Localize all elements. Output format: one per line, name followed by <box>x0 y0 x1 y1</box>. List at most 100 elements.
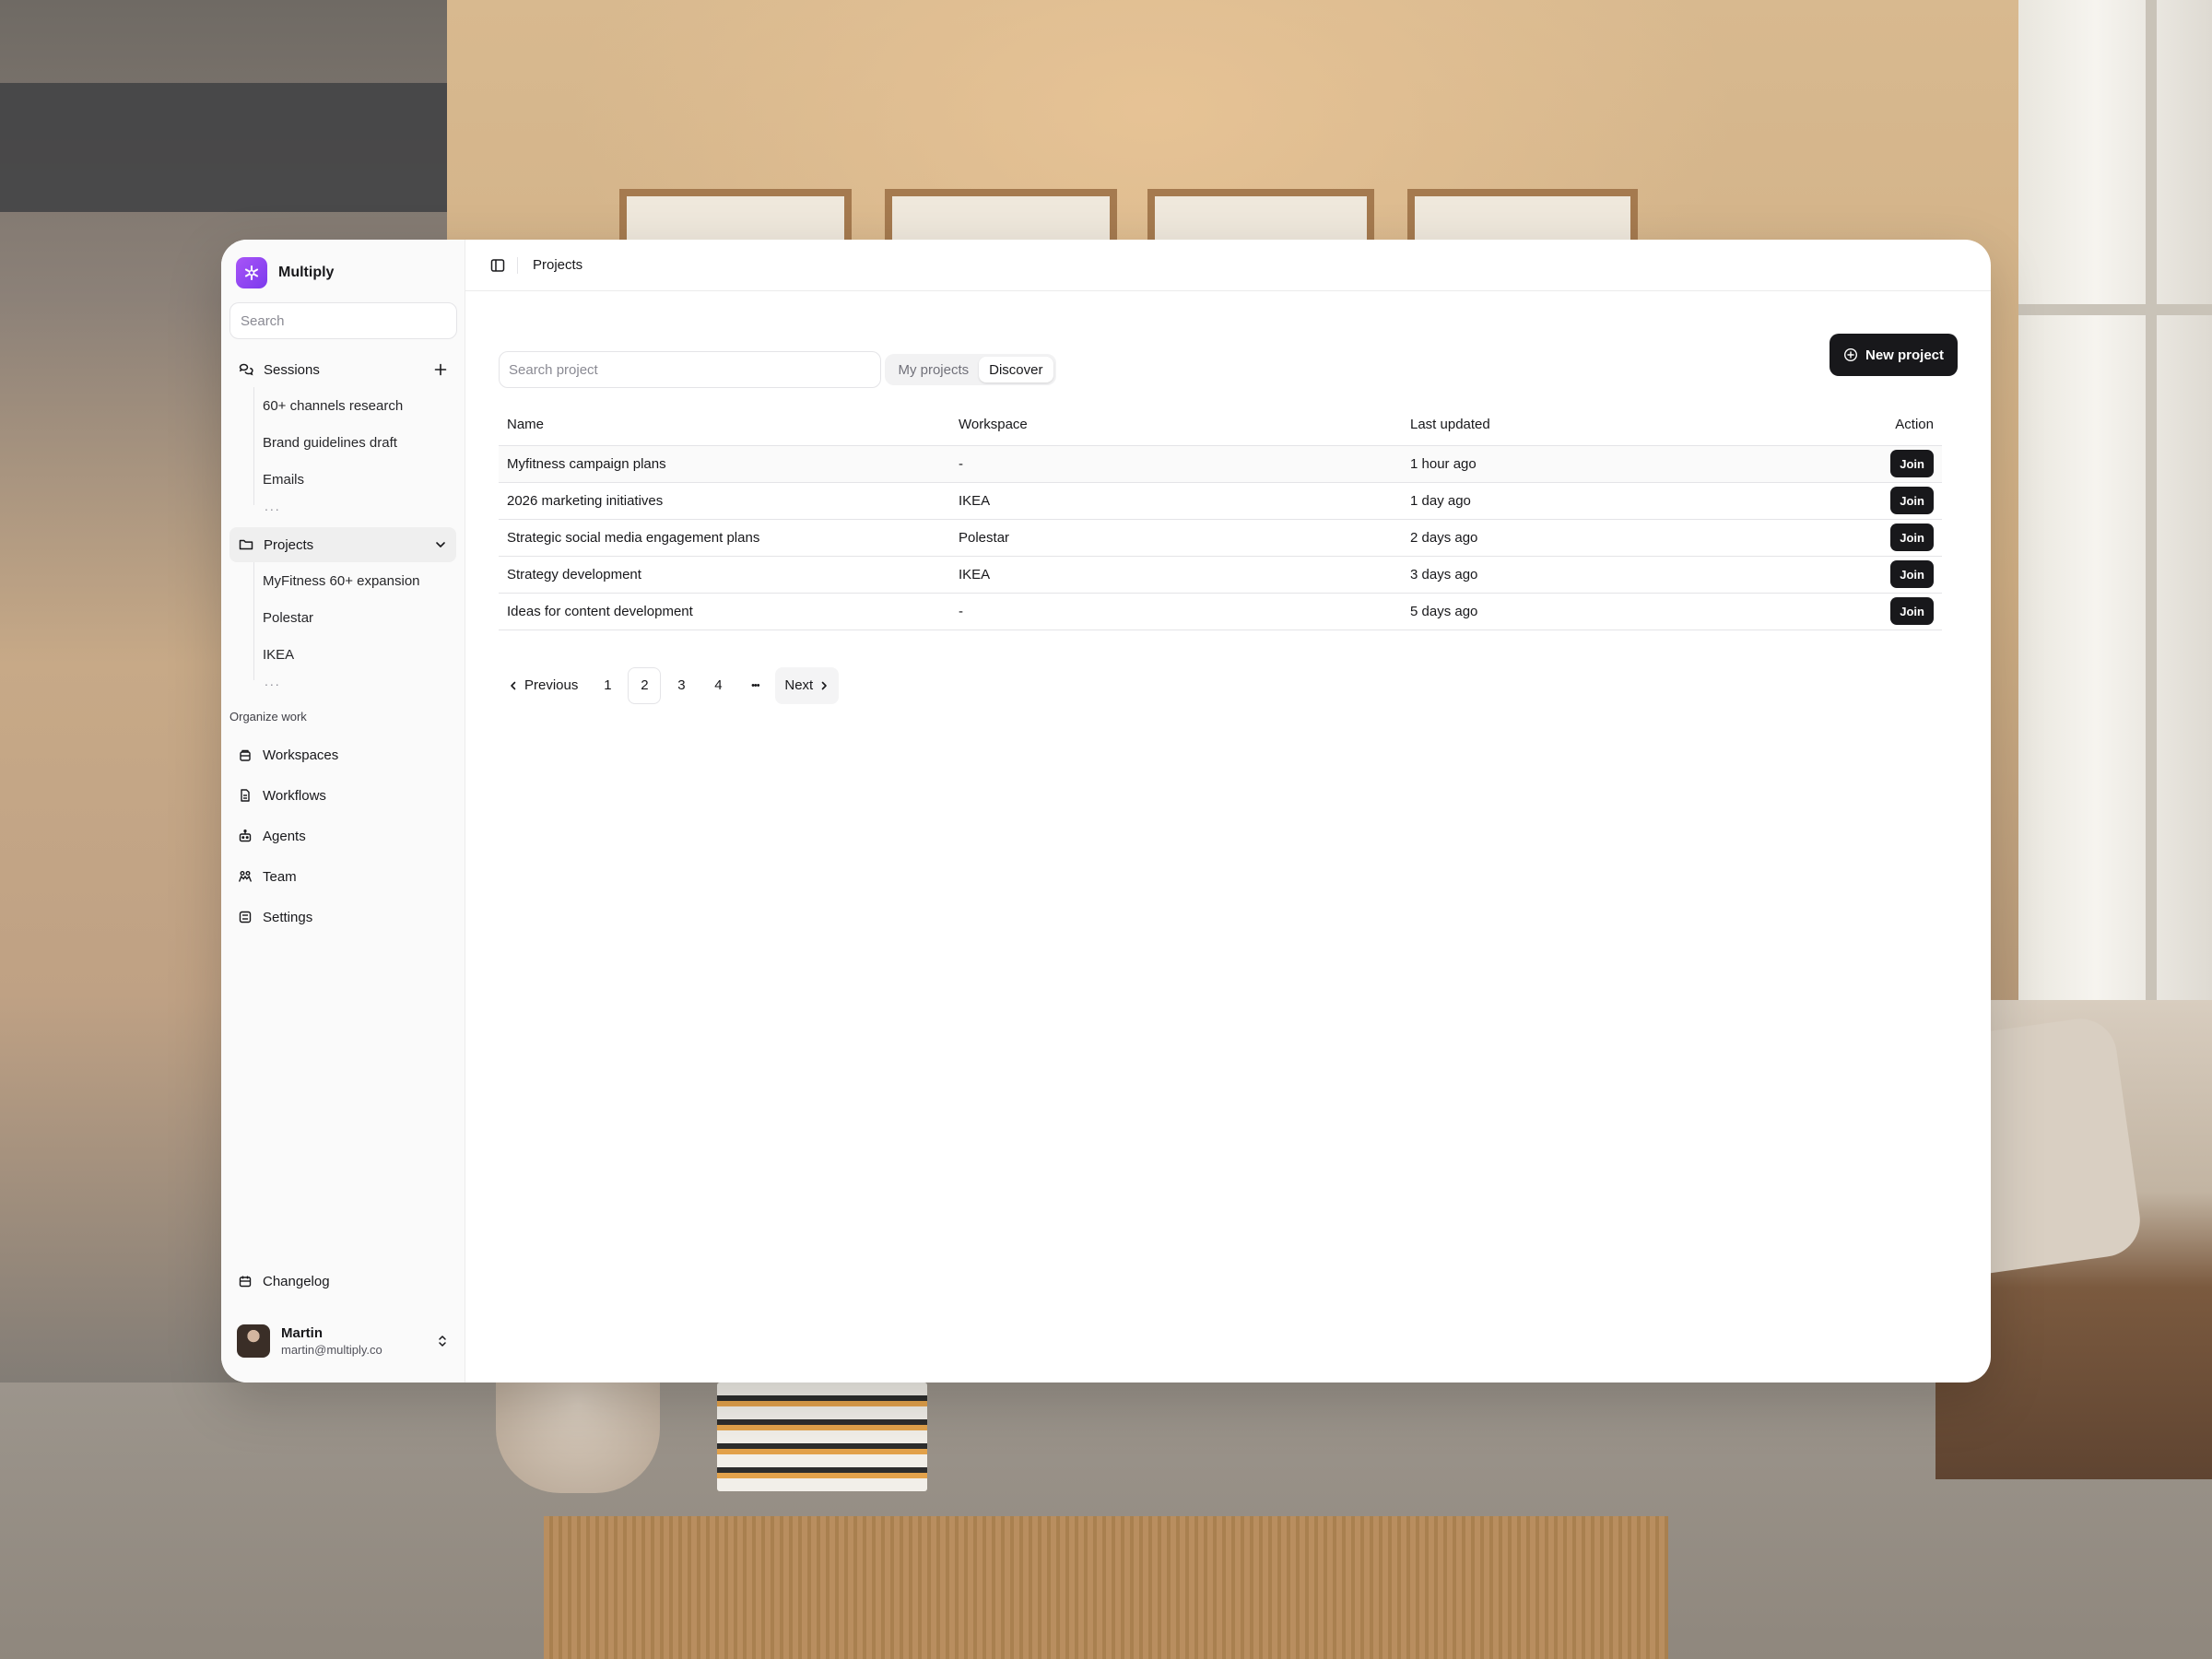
chevron-down-icon[interactable] <box>433 537 448 552</box>
project-search-input[interactable] <box>499 351 881 388</box>
table-row[interactable]: Ideas for content development - 5 days a… <box>499 593 1942 630</box>
nav-label: Agents <box>263 828 306 844</box>
nav-agents[interactable]: Agents <box>229 816 456 856</box>
table-row[interactable]: 2026 marketing initiatives IKEA 1 day ag… <box>499 482 1942 520</box>
background-picture-frame <box>619 189 852 244</box>
join-button[interactable]: Join <box>1890 450 1934 477</box>
topbar: Projects <box>465 240 1991 291</box>
session-item[interactable]: 60+ channels research <box>261 387 456 424</box>
header-last-updated[interactable]: Last updated <box>1402 405 1853 446</box>
cell-action: Join <box>1853 482 1942 520</box>
sidebar: Multiply Sessions 60+ channels research … <box>221 240 465 1382</box>
sidebar-search-input[interactable] <box>229 302 457 339</box>
nav-team[interactable]: Team <box>229 856 456 897</box>
nav-workspaces[interactable]: Workspaces <box>229 735 456 775</box>
next-label: Next <box>784 677 814 693</box>
sessions-group: Sessions 60+ channels research Brand gui… <box>229 352 456 514</box>
app-window: Multiply Sessions 60+ channels research … <box>221 240 1991 1382</box>
sidebar-footer: Changelog Martin martin@multiply.co <box>229 1261 456 1382</box>
workflows-icon <box>241 789 250 802</box>
new-project-label: New project <box>1865 347 1945 363</box>
header-workspace[interactable]: Workspace <box>950 405 1402 446</box>
table-row[interactable]: Strategic social media engagement plans … <box>499 519 1942 557</box>
cell-updated: 3 days ago <box>1402 556 1853 594</box>
user-info: Martin martin@multiply.co <box>281 1325 425 1357</box>
join-button[interactable]: Join <box>1890 560 1934 588</box>
cell-action: Join <box>1853 519 1942 557</box>
workspaces-icon <box>240 749 251 761</box>
user-menu[interactable]: Martin martin@multiply.co <box>229 1312 456 1370</box>
main-area: Projects New project My projects Discove… <box>465 240 1991 1382</box>
background-picture-frame <box>885 189 1117 244</box>
chevron-left-icon <box>511 681 516 689</box>
cell-name: Strategy development <box>499 556 950 594</box>
sessions-label: Sessions <box>264 361 320 378</box>
breadcrumb: Projects <box>533 257 583 273</box>
nav-settings[interactable]: Settings <box>229 897 456 937</box>
join-button[interactable]: Join <box>1890 487 1934 514</box>
nav-label: Team <box>263 868 297 885</box>
background-beam <box>0 83 447 212</box>
background-picture-frame <box>1407 189 1638 244</box>
table-row[interactable]: Myfitness campaign plans - 1 hour ago Jo… <box>499 445 1942 483</box>
cell-updated: 1 hour ago <box>1402 445 1853 483</box>
pagination-previous[interactable]: Previous <box>499 667 587 704</box>
table-header-row: Name Workspace Last updated Action <box>499 405 1942 446</box>
new-project-button[interactable]: New project <box>1830 334 1958 376</box>
avatar <box>237 1324 270 1358</box>
background-window <box>2018 0 2212 1041</box>
sidebar-toggle-icon[interactable] <box>489 257 506 274</box>
background-picture-frame <box>1147 189 1374 244</box>
topbar-divider <box>517 256 518 274</box>
nav-changelog[interactable]: Changelog <box>229 1261 456 1301</box>
join-button[interactable]: Join <box>1890 597 1934 625</box>
cell-action: Join <box>1853 445 1942 483</box>
table-row[interactable]: Strategy development IKEA 3 days ago Joi… <box>499 556 1942 594</box>
cell-updated: 5 days ago <box>1402 593 1853 630</box>
cell-workspace: - <box>950 445 1402 483</box>
chevron-right-icon <box>821 681 828 689</box>
join-button[interactable]: Join <box>1890 524 1934 551</box>
changelog-label: Changelog <box>263 1273 330 1289</box>
session-item[interactable]: Emails <box>261 461 456 498</box>
pagination-page[interactable]: 1 <box>591 667 624 704</box>
plus-icon[interactable] <box>433 362 448 377</box>
projects-more[interactable]: ... <box>261 673 456 689</box>
projects-group: Projects MyFitness 60+ expansion Polesta… <box>229 527 456 689</box>
pagination-page[interactable]: 3 <box>665 667 698 704</box>
projects-header[interactable]: Projects <box>229 527 456 562</box>
sessions-more[interactable]: ... <box>261 498 456 514</box>
pagination-next[interactable]: Next <box>775 666 840 704</box>
previous-label: Previous <box>524 677 579 693</box>
session-item[interactable]: Brand guidelines draft <box>261 424 456 461</box>
project-item[interactable]: MyFitness 60+ expansion <box>261 562 456 599</box>
cell-name: 2026 marketing initiatives <box>499 482 950 520</box>
header-action: Action <box>1853 405 1942 446</box>
header-name[interactable]: Name <box>499 405 950 446</box>
project-item[interactable]: Polestar <box>261 599 456 636</box>
tab-my-projects[interactable]: My projects <box>888 357 979 382</box>
cell-workspace: IKEA <box>950 482 1402 520</box>
brand[interactable]: Multiply <box>229 256 456 289</box>
nav-workflows[interactable]: Workflows <box>229 775 456 816</box>
sessions-list: 60+ channels research Brand guidelines d… <box>253 387 456 514</box>
cell-action: Join <box>1853 593 1942 630</box>
cell-updated: 1 day ago <box>1402 482 1853 520</box>
settings-icon <box>239 911 252 924</box>
tab-discover[interactable]: Discover <box>979 357 1053 382</box>
project-tabs: My projects Discover <box>885 354 1056 385</box>
background-rug <box>544 1516 1668 1659</box>
nav-label: Workspaces <box>263 747 339 763</box>
sessions-header[interactable]: Sessions <box>229 352 456 387</box>
plus-circle-icon <box>1843 347 1857 362</box>
pagination-page-current[interactable]: 2 <box>628 666 662 704</box>
app-name: Multiply <box>278 265 335 280</box>
background-books <box>717 1382 927 1491</box>
project-item[interactable]: IKEA <box>261 636 456 673</box>
team-icon <box>239 871 252 882</box>
pagination-page[interactable]: 4 <box>701 667 735 704</box>
projects-label: Projects <box>264 536 314 553</box>
cell-updated: 2 days ago <box>1402 519 1853 557</box>
multiply-logo-icon <box>236 257 267 288</box>
chevron-up-down-icon[interactable] <box>436 1334 449 1348</box>
